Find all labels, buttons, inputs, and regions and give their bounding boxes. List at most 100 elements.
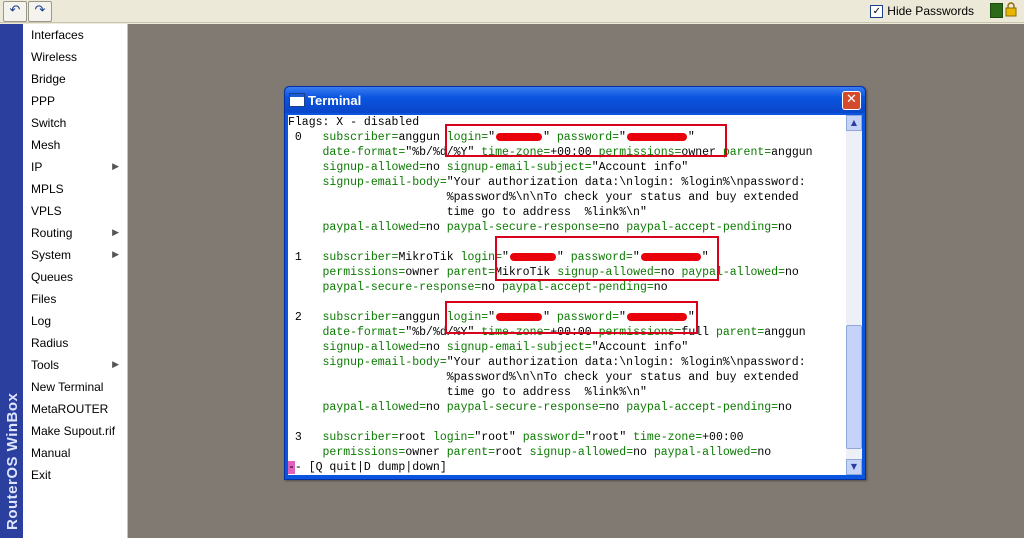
menu-item-interfaces[interactable]: Interfaces: [23, 24, 127, 46]
terminal-key: subscriber=: [322, 311, 399, 324]
menu-item-log[interactable]: Log: [23, 310, 127, 332]
menu-item-bridge[interactable]: Bridge: [23, 68, 127, 90]
terminal-line: 3 subscriber=root login="root" password=…: [288, 431, 744, 444]
hide-passwords-control[interactable]: ✓ Hide Passwords: [870, 2, 974, 20]
terminal-line: permissions=owner parent=root signup-all…: [322, 446, 772, 459]
menu-item-system[interactable]: System ▶: [23, 244, 127, 266]
submenu-arrow-icon: ▶: [112, 162, 119, 172]
terminal-line: paypal-allowed=no paypal-secure-response…: [322, 401, 792, 414]
menu-item-wireless[interactable]: Wireless: [23, 46, 127, 68]
menu-item-label: Interfaces: [31, 28, 84, 42]
terminal-key: parent=: [446, 266, 496, 279]
menu-item-label: Files: [31, 292, 57, 306]
hide-passwords-label: Hide Passwords: [887, 4, 974, 18]
menu-item-label: PPP: [31, 94, 56, 108]
menu-item-new-terminal[interactable]: New Terminal: [23, 376, 127, 398]
menu-item-tools[interactable]: Tools ▶: [23, 354, 127, 376]
menu-item-label: Make Supout.rif: [31, 424, 116, 438]
menu-item-label: Routing: [31, 226, 73, 240]
terminal-line: signup-allowed=no signup-email-subject="…: [322, 161, 689, 174]
menu-item-manual[interactable]: Manual: [23, 442, 127, 464]
terminal-line: signup-allowed=no signup-email-subject="…: [322, 341, 689, 354]
terminal-key: paypal-allowed=: [653, 446, 758, 459]
menu-item-label: Bridge: [31, 72, 66, 86]
highlight-box-0: [445, 124, 727, 157]
scroll-up-icon[interactable]: ▲: [846, 115, 862, 131]
menu-item-label: Tools: [31, 358, 60, 372]
terminal-line: paypal-allowed=no paypal-secure-response…: [322, 221, 792, 234]
terminal-key: paypal-secure-response=: [322, 281, 482, 294]
menu-item-mesh[interactable]: Mesh: [23, 134, 127, 156]
brand-strip: RouterOS WinBox: [0, 24, 23, 538]
terminal-key: paypal-accept-pending=: [626, 221, 779, 234]
brand-text: RouterOS WinBox: [4, 392, 21, 530]
undo-icon[interactable]: ↶: [3, 1, 27, 22]
terminal-key: permissions=: [322, 266, 406, 279]
menu-item-files[interactable]: Files: [23, 288, 127, 310]
terminal-output[interactable]: Flags: X - disabled 0 subscriber=anggun …: [288, 115, 846, 475]
terminal-key: permissions=: [322, 446, 406, 459]
terminal-key: subscriber=: [322, 251, 399, 264]
terminal-window[interactable]: Terminal ✕ Flags: X - disabled 0 subscri…: [284, 86, 866, 480]
menu-item-mpls[interactable]: MPLS: [23, 178, 127, 200]
terminal-key: paypal-accept-pending=: [626, 401, 779, 414]
menu-item-switch[interactable]: Switch: [23, 112, 127, 134]
redo-icon[interactable]: ↷: [28, 1, 52, 22]
menu-item-label: Switch: [31, 116, 67, 130]
terminal-key: paypal-accept-pending=: [501, 281, 654, 294]
terminal-key: paypal-secure-response=: [446, 221, 606, 234]
terminal-lines: Flags: X - disabled 0 subscriber=anggun …: [288, 115, 813, 475]
close-button[interactable]: ✕: [842, 91, 861, 110]
menu-item-radius[interactable]: Radius: [23, 332, 127, 354]
menu-item-ip[interactable]: IP ▶: [23, 156, 127, 178]
menu-item-label: Log: [31, 314, 52, 328]
terminal-key: paypal-allowed=: [322, 221, 427, 234]
menu-item-label: Radius: [31, 336, 69, 350]
menu-item-queues[interactable]: Queues: [23, 266, 127, 288]
terminal-titlebar[interactable]: Terminal ✕: [285, 87, 865, 113]
terminal-line: %password%\n\nTo check your status and b…: [288, 191, 799, 204]
menu-item-label: Wireless: [31, 50, 78, 64]
terminal-key: signup-allowed=: [529, 446, 634, 459]
terminal-line: -- [Q quit|D dump|down]: [288, 460, 813, 475]
menu-item-ppp[interactable]: PPP: [23, 90, 127, 112]
submenu-arrow-icon: ▶: [112, 250, 119, 260]
menu-item-label: MetaROUTER: [31, 402, 109, 416]
hide-passwords-checkbox[interactable]: ✓: [870, 4, 884, 18]
menu-item-vpls[interactable]: VPLS: [23, 200, 127, 222]
menu-item-metarouter[interactable]: MetaROUTER: [23, 398, 127, 420]
terminal-line: time go to address %link%\n": [288, 206, 647, 219]
terminal-key: paypal-secure-response=: [446, 401, 606, 414]
main-menu: Interfaces Wireless Bridge PPP Switch Mesh IP ▶…: [23, 24, 128, 538]
terminal-key: paypal-allowed=: [322, 401, 427, 414]
terminal-prompt: - [Q quit|D dump|down]: [294, 461, 447, 474]
highlight-box-2: [445, 301, 698, 334]
terminal-key: time-zone=: [633, 431, 703, 444]
terminal-title: Terminal: [308, 93, 362, 108]
terminal-line: signup-email-body="Your authorization da…: [322, 176, 806, 189]
terminal-key: signup-email-subject=: [446, 161, 592, 174]
menu-item-label: Queues: [31, 270, 74, 284]
terminal-key: signup-email-body=: [322, 176, 447, 189]
terminal-key: signup-allowed=: [322, 341, 427, 354]
terminal-scrollbar[interactable]: ▲ ▼: [846, 115, 862, 475]
scroll-thumb[interactable]: [846, 325, 862, 449]
menu-item-routing[interactable]: Routing ▶: [23, 222, 127, 244]
terminal-key: signup-email-body=: [322, 356, 447, 369]
menu-item-make-supout-rif[interactable]: Make Supout.rif: [23, 420, 127, 442]
terminal-key: signup-email-subject=: [446, 341, 592, 354]
menu-item-label: New Terminal: [31, 380, 104, 394]
menu-item-label: IP: [31, 160, 43, 174]
menu-item-label: Mesh: [31, 138, 61, 152]
scroll-down-icon[interactable]: ▼: [846, 459, 862, 475]
terminal-window-icon: [289, 93, 305, 107]
terminal-line: paypal-secure-response=no paypal-accept-…: [322, 281, 668, 294]
menu-item-exit[interactable]: Exit: [23, 464, 127, 486]
terminal-key: signup-allowed=: [322, 161, 427, 174]
toolbar: ↶ ↷ ✓ Hide Passwords: [0, 0, 1024, 23]
menu-item-label: MPLS: [31, 182, 64, 196]
highlight-box-1: [495, 236, 719, 281]
terminal-key: login=: [432, 431, 475, 444]
terminal-line: %password%\n\nTo check your status and b…: [288, 371, 799, 384]
